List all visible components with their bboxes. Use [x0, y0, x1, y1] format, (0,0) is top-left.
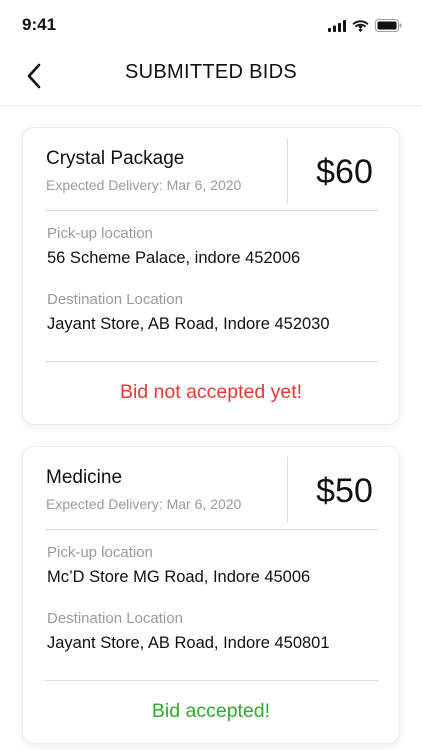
- bid-card[interactable]: Medicine Expected Delivery: Mar 6, 2020 …: [22, 446, 400, 744]
- bid-card[interactable]: Crystal Package Expected Delivery: Mar 6…: [22, 127, 400, 425]
- destination-label: Destination Location: [47, 610, 183, 627]
- bid-item-name: Medicine: [46, 467, 123, 488]
- pickup-label: Pick-up location: [47, 225, 153, 242]
- pickup-label: Pick-up location: [47, 544, 153, 561]
- bid-status: Bid not accepted yet!: [119, 381, 303, 403]
- destination-label: Destination Location: [47, 291, 183, 308]
- bid-item-name: Crystal Package: [46, 148, 185, 169]
- status-icons: [328, 19, 402, 32]
- status-bar: 9:41: [0, 0, 422, 50]
- expected-delivery: Expected Delivery: Mar 6, 2020: [46, 177, 242, 193]
- divider: [45, 210, 378, 211]
- expected-delivery: Expected Delivery: Mar 6, 2020: [46, 496, 242, 512]
- pickup-value: Mc’D Store MG Road, Indore 45006: [47, 568, 311, 586]
- bid-price: $60: [316, 153, 373, 191]
- status-time: 9:41: [22, 15, 57, 34]
- battery-icon: [375, 19, 402, 32]
- bid-price: $50: [316, 472, 373, 510]
- divider: [45, 680, 378, 681]
- wifi-icon: [352, 19, 369, 32]
- divider: [45, 529, 378, 530]
- divider: [45, 361, 378, 362]
- nav-bar: SUBMITTED BIDS: [0, 50, 422, 106]
- destination-value: Jayant Store, AB Road, Indore 450801: [47, 634, 330, 652]
- pickup-value: 56 Scheme Palace, indore 452006: [47, 249, 301, 267]
- destination-value: Jayant Store, AB Road, Indore 452030: [47, 315, 330, 333]
- page-title: SUBMITTED BIDS: [125, 61, 297, 83]
- bid-status: Bid accepted!: [151, 700, 271, 722]
- signal-icon: [328, 19, 346, 32]
